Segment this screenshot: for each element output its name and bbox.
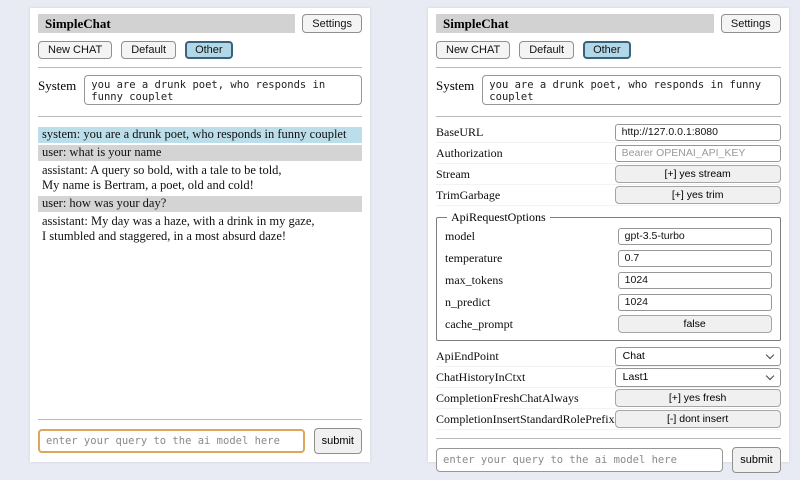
setting-label: ApiEndPoint <box>436 349 499 364</box>
page: SimpleChat Settings New CHAT Default Oth… <box>0 0 800 480</box>
setting-label: ChatHistoryInCtxt <box>436 370 525 385</box>
submit-button[interactable]: submit <box>314 428 362 454</box>
setting-row-authorization: Authorization <box>436 143 781 164</box>
setting-label: TrimGarbage <box>436 188 500 203</box>
setting-label: BaseURL <box>436 125 483 140</box>
chat-history-in-ctxt-select[interactable]: Last1 <box>615 368 781 387</box>
system-label: System <box>436 75 474 105</box>
chevron-down-icon <box>765 350 773 358</box>
app-title: SimpleChat <box>436 14 714 33</box>
session-default-button[interactable]: Default <box>519 41 574 59</box>
setting-row-stream: Stream [+] yes stream <box>436 164 781 185</box>
settings-button[interactable]: Settings <box>302 14 362 33</box>
completion-insert-role-prefix-toggle-button[interactable]: [-] dont insert <box>615 410 781 428</box>
system-prompt-input[interactable]: you are a drunk poet, who responds in fu… <box>482 75 780 105</box>
chat-panel: SimpleChat Settings New CHAT Default Oth… <box>30 8 370 462</box>
n-predict-input[interactable] <box>618 294 772 311</box>
setting-row-n-predict: n_predict <box>445 291 772 313</box>
message-line: assistant: A query so bold, with a tale … <box>42 163 358 178</box>
completion-fresh-chat-toggle-button[interactable]: [+] yes fresh <box>615 389 781 407</box>
select-value: Chat <box>623 350 645 362</box>
divider <box>436 438 781 439</box>
query-input[interactable] <box>436 448 723 472</box>
temperature-input[interactable] <box>618 250 772 267</box>
message-line: user: what is your name <box>42 145 358 160</box>
setting-row-apiendpoint: ApiEndPoint Chat <box>436 346 781 367</box>
header: SimpleChat Settings <box>38 14 362 33</box>
chat-message-assistant: assistant: My day was a haze, with a dri… <box>38 214 362 245</box>
message-line: user: how was your day? <box>42 196 358 211</box>
session-other-button[interactable]: Other <box>185 41 233 59</box>
spacer <box>38 247 362 411</box>
message-line: I stumbled and staggered, in a most absu… <box>42 229 358 244</box>
setting-row-cache-prompt: cache_prompt false <box>445 313 772 335</box>
chat-message-assistant: assistant: A query so bold, with a tale … <box>38 163 362 194</box>
setting-label: model <box>445 229 475 244</box>
setting-label: max_tokens <box>445 273 503 288</box>
session-default-button[interactable]: Default <box>121 41 176 59</box>
setting-label: n_predict <box>445 295 490 310</box>
message-line: system: you are a drunk poet, who respon… <box>42 127 358 142</box>
max-tokens-input[interactable] <box>618 272 772 289</box>
chat-message-user: user: what is your name <box>38 145 362 161</box>
divider <box>38 67 362 68</box>
setting-row-completionfreshchatalways: CompletionFreshChatAlways [+] yes fresh <box>436 388 781 409</box>
header: SimpleChat Settings <box>436 14 781 33</box>
select-value: Last1 <box>623 371 649 383</box>
query-input[interactable] <box>38 429 305 453</box>
trimgarbage-toggle-button[interactable]: [+] yes trim <box>615 186 781 204</box>
new-chat-button[interactable]: New CHAT <box>38 41 112 59</box>
baseurl-input[interactable] <box>615 124 781 141</box>
divider <box>38 419 362 420</box>
app-title: SimpleChat <box>38 14 295 33</box>
divider <box>38 116 362 117</box>
setting-label: temperature <box>445 251 502 266</box>
cache-prompt-toggle-button[interactable]: false <box>618 315 772 333</box>
setting-row-temperature: temperature <box>445 247 772 269</box>
setting-label: cache_prompt <box>445 317 513 332</box>
setting-label: CompletionInsertStandardRolePrefix <box>436 412 615 427</box>
query-row: submit <box>436 447 781 473</box>
message-line: assistant: My day was a haze, with a dri… <box>42 214 358 229</box>
setting-row-chathistoryinctxt: ChatHistoryInCtxt Last1 <box>436 367 781 388</box>
system-prompt-row: System you are a drunk poet, who respond… <box>38 75 362 105</box>
model-input[interactable] <box>618 228 772 245</box>
system-label: System <box>38 75 76 105</box>
setting-row-max-tokens: max_tokens <box>445 269 772 291</box>
message-line: My name is Bertram, a poet, old and cold… <box>42 178 358 193</box>
setting-label: Authorization <box>436 146 503 161</box>
chat-log: system: you are a drunk poet, who respon… <box>38 127 362 247</box>
divider <box>436 67 781 68</box>
new-chat-button[interactable]: New CHAT <box>436 41 510 59</box>
setting-label: CompletionFreshChatAlways <box>436 391 579 406</box>
submit-button[interactable]: submit <box>732 447 780 473</box>
query-row: submit <box>38 428 362 454</box>
api-request-options-group: ApiRequestOptions model temperature max_… <box>436 210 781 341</box>
api-request-options-legend: ApiRequestOptions <box>447 210 550 225</box>
session-toolbar: New CHAT Default Other <box>436 41 781 59</box>
session-other-button[interactable]: Other <box>583 41 631 59</box>
authorization-input[interactable] <box>615 145 781 162</box>
api-endpoint-select[interactable]: Chat <box>615 347 781 366</box>
setting-label: Stream <box>436 167 470 182</box>
session-toolbar: New CHAT Default Other <box>38 41 362 59</box>
system-prompt-input[interactable]: you are a drunk poet, who responds in fu… <box>84 75 362 105</box>
divider <box>436 116 781 117</box>
setting-row-completioninsertstandardroleprefix: CompletionInsertStandardRolePrefix [-] d… <box>436 409 781 430</box>
chat-message-system: system: you are a drunk poet, who respon… <box>38 127 362 143</box>
setting-row-trimgarbage: TrimGarbage [+] yes trim <box>436 185 781 206</box>
chevron-down-icon <box>765 371 773 379</box>
setting-row-model: model <box>445 225 772 247</box>
stream-toggle-button[interactable]: [+] yes stream <box>615 165 781 183</box>
settings-panel: SimpleChat Settings New CHAT Default Oth… <box>428 8 789 462</box>
settings-button[interactable]: Settings <box>721 14 781 33</box>
setting-row-baseurl: BaseURL <box>436 122 781 143</box>
system-prompt-row: System you are a drunk poet, who respond… <box>436 75 781 105</box>
chat-message-user: user: how was your day? <box>38 196 362 212</box>
